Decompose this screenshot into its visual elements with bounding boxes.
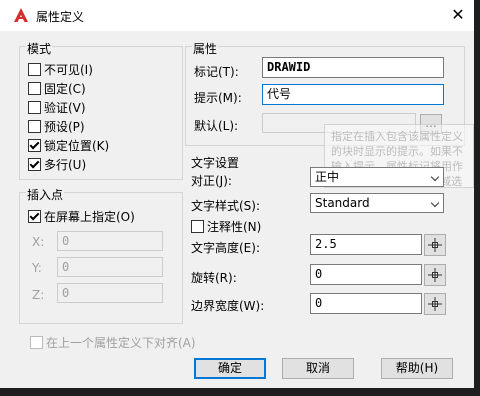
close-icon[interactable]: ✕ xyxy=(446,3,470,27)
text-style-select-value: Standard xyxy=(315,196,370,210)
text-style-label: 文字样式(S): xyxy=(191,199,261,213)
boundary-width-field[interactable]: 0 xyxy=(310,293,422,314)
checkbox-lock-position[interactable]: 锁定位置(K) xyxy=(28,137,109,154)
x-label: X: xyxy=(32,235,45,249)
pick-rotation-button[interactable] xyxy=(424,264,446,286)
y-label: Y: xyxy=(32,261,42,275)
checkbox-box[interactable] xyxy=(28,210,41,223)
checkbox-box[interactable] xyxy=(30,336,43,349)
pick-width-button[interactable] xyxy=(424,293,446,315)
checkbox-verify[interactable]: 验证(V) xyxy=(28,99,86,116)
dialog-title: 属性定义 xyxy=(36,10,85,24)
cancel-button[interactable]: 取消 xyxy=(282,358,354,379)
tag-label: 标记(T): xyxy=(194,65,239,79)
checkbox-label: 在上一个属性定义下对齐(A) xyxy=(46,336,196,350)
x-field[interactable]: 0 xyxy=(57,231,163,251)
text-height-label: 文字高度(E): xyxy=(191,241,260,255)
checkbox-label: 注释性(N) xyxy=(207,220,262,234)
checkbox-annotative[interactable]: 注释性(N) xyxy=(191,218,261,235)
checkbox-label: 预设(P) xyxy=(44,120,85,134)
checkbox-box[interactable] xyxy=(28,82,41,95)
checkbox-label: 多行(U) xyxy=(44,158,87,172)
text-settings-title: 文字设置 xyxy=(191,156,240,170)
chevron-down-icon xyxy=(430,172,440,182)
title-bar: 属性定义 ✕ xyxy=(0,0,474,31)
crosshair-icon xyxy=(428,297,442,311)
checkbox-invisible[interactable]: 不可见(I) xyxy=(28,61,93,78)
text-height-field[interactable]: 2.5 xyxy=(310,234,422,255)
rotation-field[interactable]: 0 xyxy=(310,264,422,285)
checkbox-box[interactable] xyxy=(28,101,41,114)
justify-label: 对正(J): xyxy=(191,174,232,188)
text-style-select[interactable]: Standard xyxy=(310,193,444,213)
checkbox-box[interactable] xyxy=(28,63,41,76)
justify-select[interactable]: 正中 xyxy=(310,167,444,187)
checkbox-label: 验证(V) xyxy=(44,101,86,115)
help-button[interactable]: 帮助(H) xyxy=(381,358,453,379)
pick-height-button[interactable] xyxy=(424,234,446,256)
checkbox-multiline[interactable]: 多行(U) xyxy=(28,156,86,173)
checkbox-label: 固定(C) xyxy=(44,82,86,96)
checkbox-specify-on-screen[interactable]: 在屏幕上指定(O) xyxy=(28,208,135,225)
prompt-label: 提示(M): xyxy=(194,91,242,105)
checkbox-label: 在屏幕上指定(O) xyxy=(44,210,135,224)
checkbox-box[interactable] xyxy=(191,220,204,233)
checkbox-box[interactable] xyxy=(28,120,41,133)
drawing-canvas-background xyxy=(0,388,480,396)
justify-select-value: 正中 xyxy=(315,170,340,184)
chevron-down-icon xyxy=(430,198,440,208)
ok-button[interactable]: 确定 xyxy=(194,358,266,379)
attribute-definition-dialog: 属性定义 ✕ 模式 不可见(I) 固定(C) 验证(V) 预设(P) 锁定位置(… xyxy=(0,0,474,388)
mode-group-title: 模式 xyxy=(26,40,53,57)
checkbox-label: 不可见(I) xyxy=(44,63,93,77)
tag-field[interactable]: DRAWID xyxy=(262,57,444,78)
z-field[interactable]: 0 xyxy=(57,283,163,303)
checkbox-box[interactable] xyxy=(28,139,41,152)
attribute-group-title: 属性 xyxy=(192,40,219,57)
crosshair-icon xyxy=(428,268,442,282)
checkbox-label: 锁定位置(K) xyxy=(44,139,110,153)
insertion-point-group-title: 插入点 xyxy=(26,186,65,203)
crosshair-icon xyxy=(428,238,442,252)
rotation-label: 旋转(R): xyxy=(191,271,237,285)
prompt-field[interactable]: 代号 xyxy=(262,84,444,105)
checkbox-preset[interactable]: 预设(P) xyxy=(28,118,85,135)
checkbox-align-below-previous[interactable]: 在上一个属性定义下对齐(A) xyxy=(30,334,196,351)
default-label: 默认(L): xyxy=(194,119,239,133)
checkbox-constant[interactable]: 固定(C) xyxy=(28,80,86,97)
y-field[interactable]: 0 xyxy=(57,257,163,277)
boundary-width-label: 边界宽度(W): xyxy=(191,299,265,313)
z-label: Z: xyxy=(32,288,45,302)
checkbox-box[interactable] xyxy=(28,158,41,171)
autocad-logo-icon xyxy=(14,8,28,22)
